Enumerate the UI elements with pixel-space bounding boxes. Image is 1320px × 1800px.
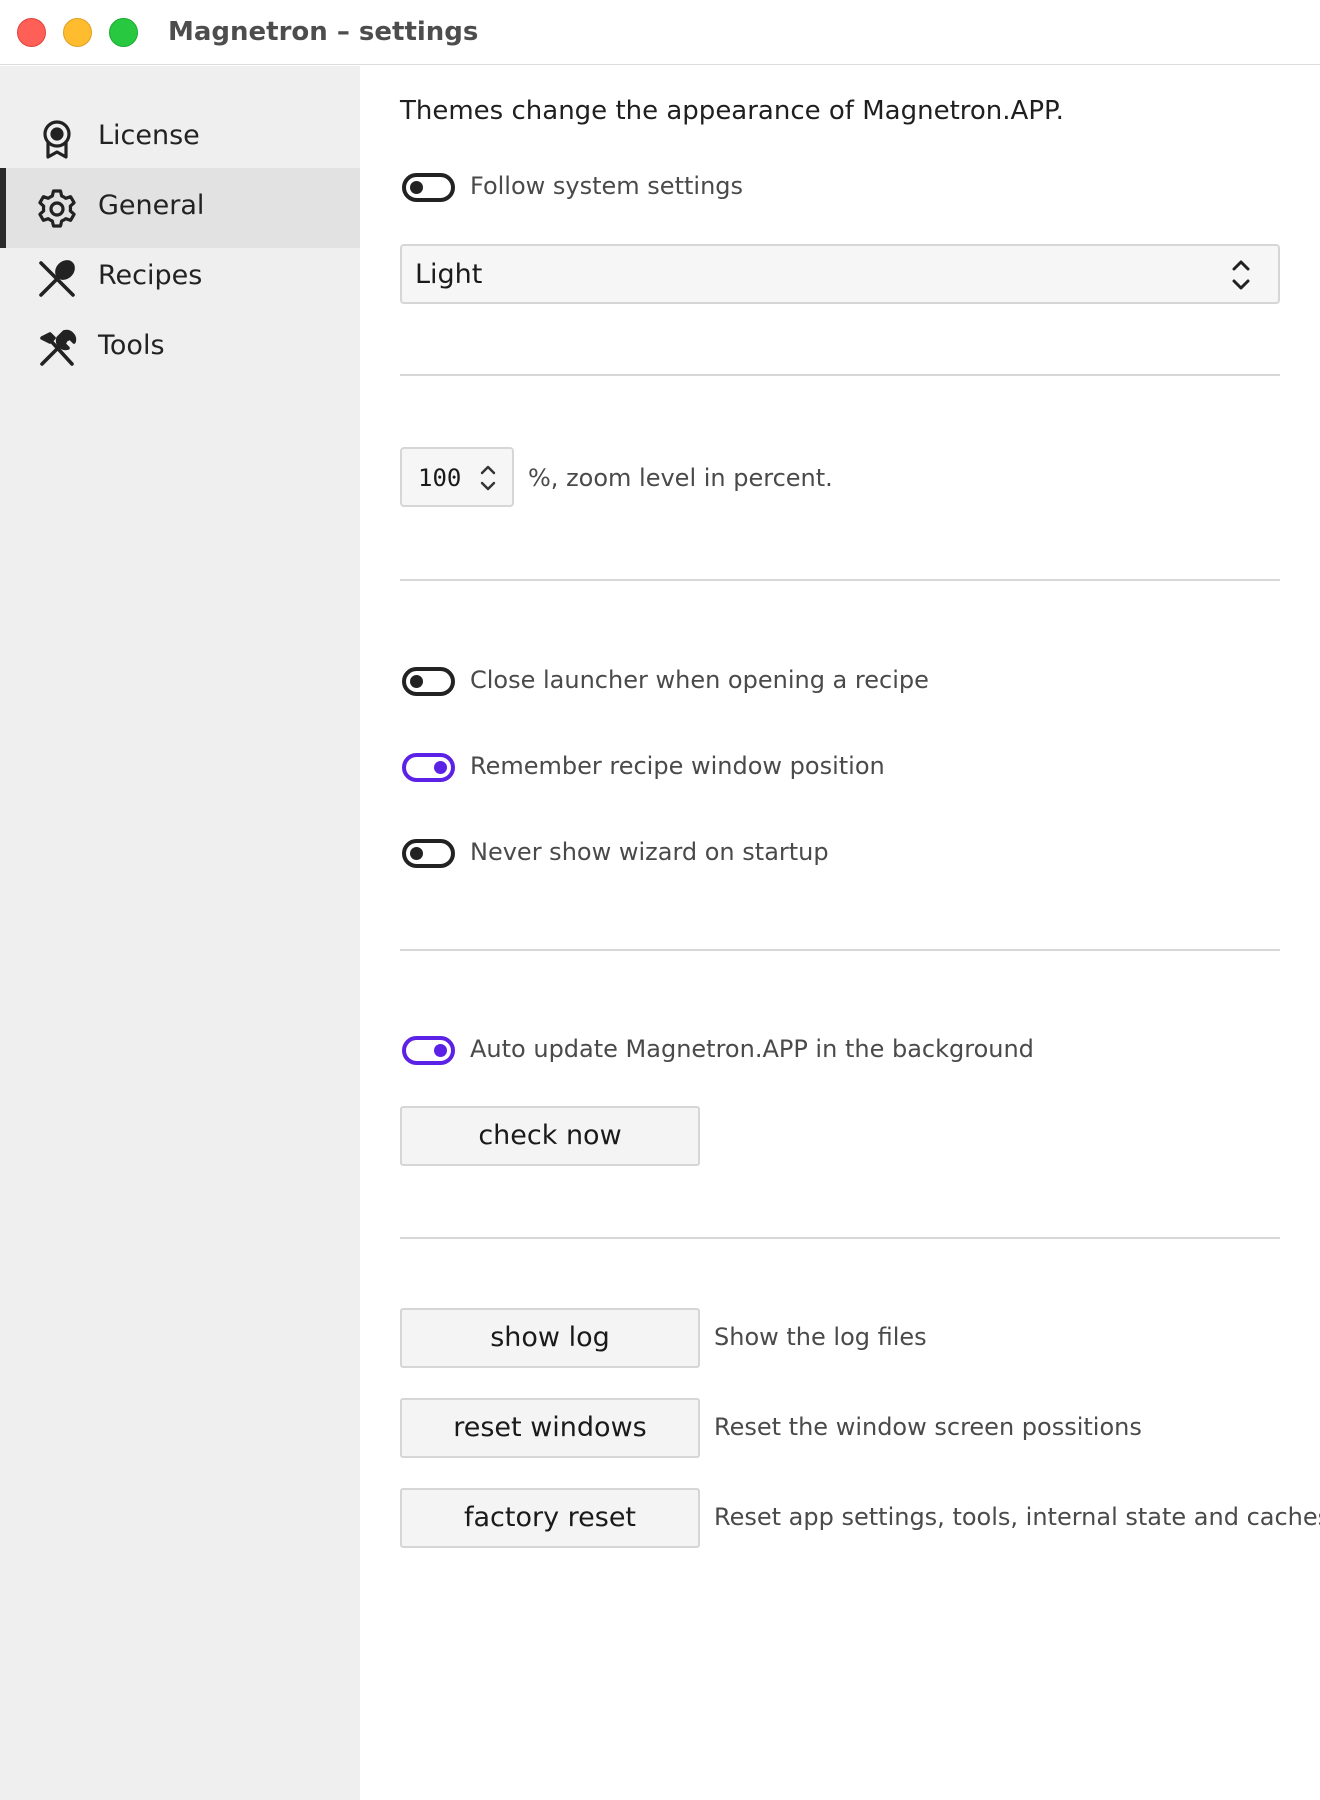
- divider: [400, 949, 1280, 951]
- divider: [400, 1237, 1280, 1239]
- auto-update-label: Auto update Magnetron.APP in the backgro…: [470, 1035, 1034, 1063]
- zoom-stepper[interactable]: 100: [400, 447, 514, 507]
- auto-update-toggle[interactable]: [402, 1036, 455, 1065]
- zoom-value: 100: [418, 464, 462, 492]
- close-launcher-toggle[interactable]: [402, 667, 455, 696]
- divider: [400, 579, 1280, 581]
- window-title: Magnetron – settings: [168, 17, 479, 47]
- reset-windows-description: Reset the window screen possitions: [714, 1413, 1142, 1441]
- sidebar-item-general[interactable]: General: [0, 168, 360, 248]
- reset-windows-button[interactable]: reset windows: [400, 1398, 700, 1458]
- follow-system-toggle[interactable]: [402, 173, 455, 202]
- sidebar-item-license[interactable]: License: [0, 98, 360, 178]
- check-now-button[interactable]: check now: [400, 1106, 700, 1166]
- zoom-label: %, zoom level in percent.: [528, 464, 833, 492]
- stepper-arrows-icon[interactable]: [478, 462, 498, 494]
- title-bar: Magnetron – settings: [0, 0, 1320, 65]
- never-wizard-label: Never show wizard on startup: [470, 838, 829, 866]
- sidebar-item-label: Recipes: [98, 260, 203, 291]
- show-log-description: Show the log files: [714, 1323, 927, 1351]
- utensils-icon: [36, 258, 78, 300]
- close-window-button[interactable]: [17, 18, 46, 47]
- chevron-up-down-icon: [1230, 254, 1252, 296]
- factory-reset-description: Reset app settings, tools, internal stat…: [714, 1503, 1320, 1531]
- minimize-window-button[interactable]: [63, 18, 92, 47]
- follow-system-label: Follow system settings: [470, 172, 744, 200]
- settings-panel: Themes change the appearance of Magnetro…: [360, 66, 1320, 1800]
- award-icon: [36, 118, 78, 160]
- theme-select[interactable]: Light: [400, 244, 1280, 304]
- remember-position-toggle[interactable]: [402, 753, 455, 782]
- sidebar-item-tools[interactable]: Tools: [0, 308, 360, 388]
- gear-icon: [36, 188, 78, 230]
- maximize-window-button[interactable]: [109, 18, 138, 47]
- remember-position-label: Remember recipe window position: [470, 752, 885, 780]
- tools-icon: [36, 328, 78, 370]
- close-launcher-label: Close launcher when opening a recipe: [470, 666, 929, 694]
- factory-reset-button[interactable]: factory reset: [400, 1488, 700, 1548]
- theme-description: Themes change the appearance of Magnetro…: [400, 96, 1064, 126]
- sidebar-item-label: General: [98, 190, 205, 221]
- never-wizard-toggle[interactable]: [402, 839, 455, 868]
- sidebar-item-label: License: [98, 120, 200, 151]
- divider: [400, 374, 1280, 376]
- sidebar-item-label: Tools: [98, 330, 165, 361]
- sidebar-item-recipes[interactable]: Recipes: [0, 238, 360, 318]
- sidebar: License General Recipes Tools: [0, 66, 360, 1800]
- theme-select-value: Light: [415, 259, 483, 290]
- show-log-button[interactable]: show log: [400, 1308, 700, 1368]
